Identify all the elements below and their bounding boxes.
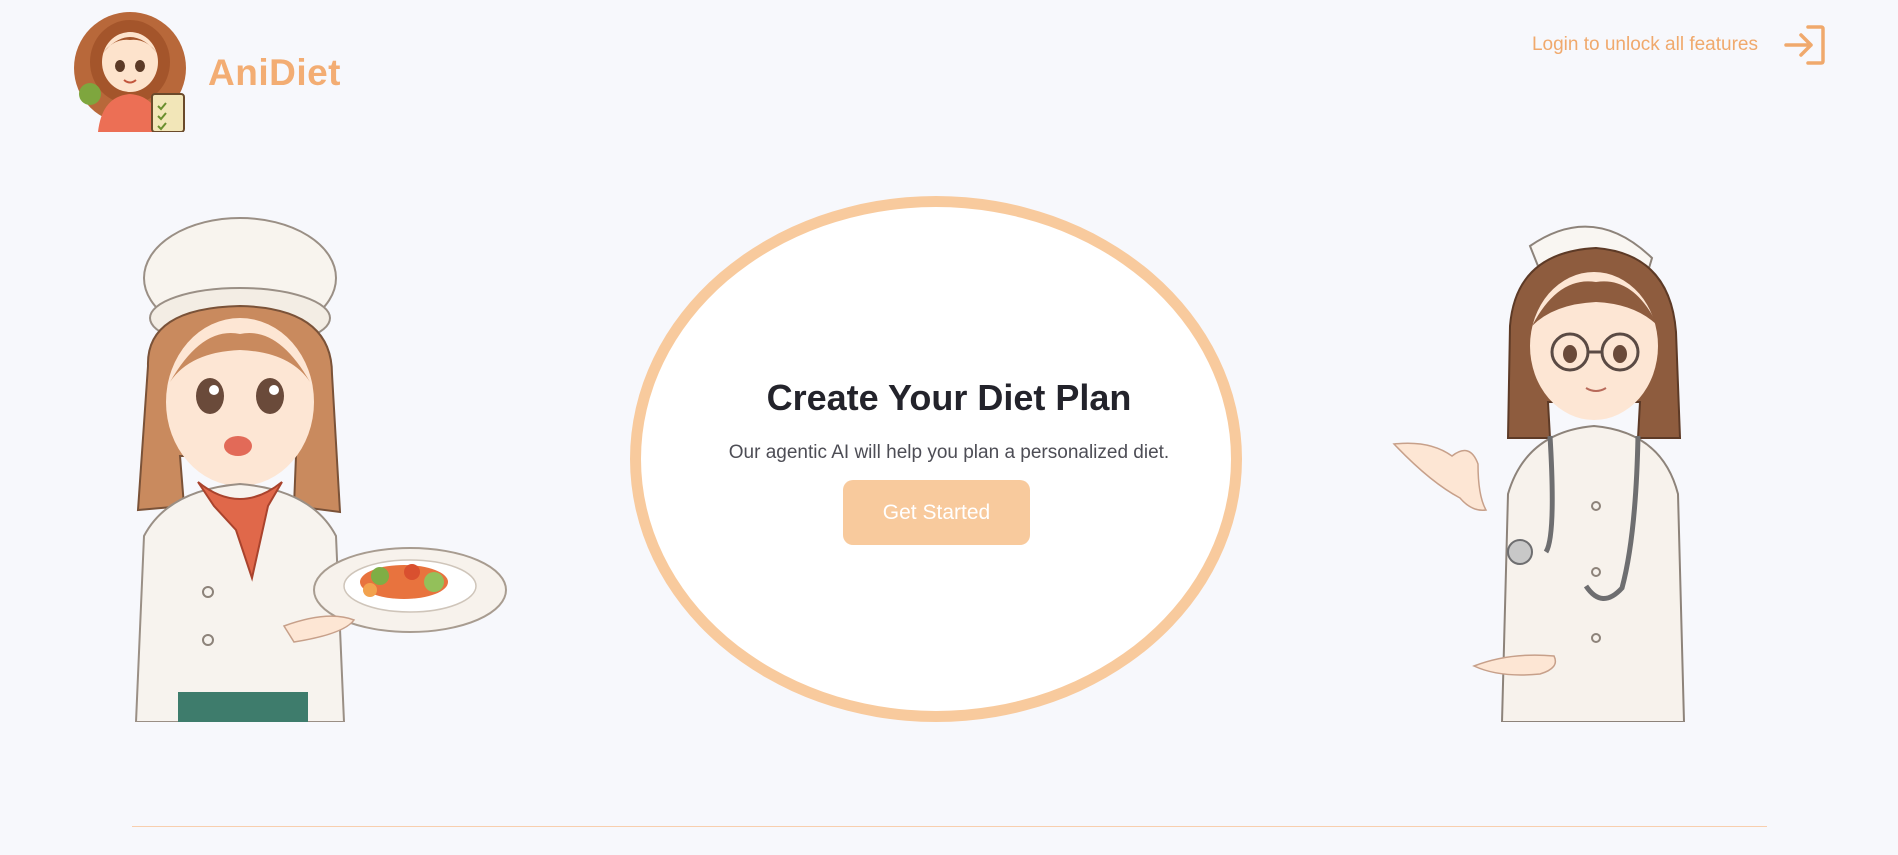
chef-illustration — [134, 217, 507, 722]
footer-divider — [132, 826, 1767, 827]
logo[interactable]: AniDiet — [72, 10, 341, 132]
brand-name: AniDiet — [208, 52, 341, 93]
login-text: Login to unlock all features — [1531, 34, 1758, 55]
landing-page: AniDiet Login to unlock all features Cre… — [0, 0, 1898, 855]
login-link[interactable]: Login to unlock all features — [1532, 22, 1828, 68]
get-started-button[interactable]: Get Started — [843, 480, 1030, 545]
login-arrow-icon[interactable] — [1782, 22, 1828, 68]
nurse-illustration — [1392, 225, 1686, 722]
logo-avatar-icon — [74, 12, 186, 132]
